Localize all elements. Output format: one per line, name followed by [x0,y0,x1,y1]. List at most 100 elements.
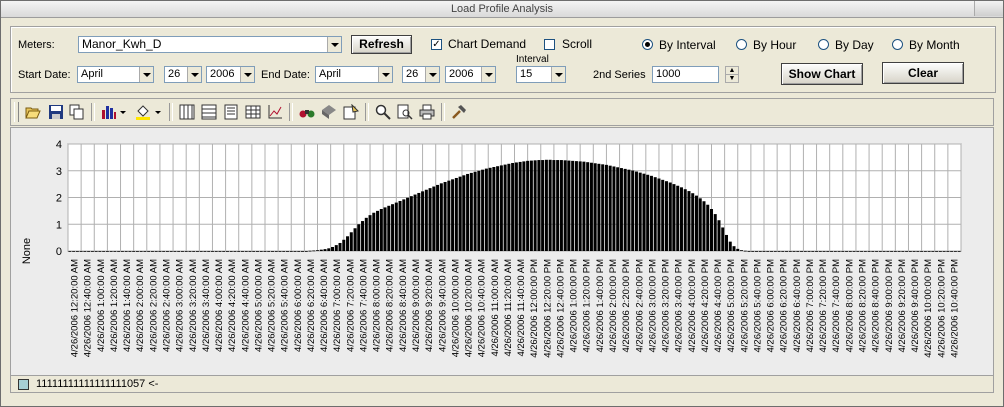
data-bar [541,160,545,251]
data-bar [717,220,721,251]
data-bar [409,196,413,251]
window-title: Load Profile Analysis [450,3,554,15]
chevron-down-icon[interactable] [187,67,201,82]
close-button[interactable] [974,1,1003,16]
chart-type-dropdown-icon[interactable] [119,104,127,120]
data-bar [274,251,278,252]
legend-icon[interactable] [223,104,239,120]
data-bar [364,217,368,251]
by-hour-radio[interactable] [736,39,747,50]
x-tick-label: 4/26/2006 11:20:00 AM [503,259,514,357]
save-icon[interactable] [48,104,64,120]
x-tick-label: 4/26/2006 6:20:00 PM [779,259,790,353]
spin-up-icon[interactable]: ▲ [726,67,738,75]
fill-color-dropdown-icon[interactable] [154,104,162,120]
print-icon[interactable] [419,104,435,120]
interval-label: Interval [516,54,549,65]
open-folder-icon[interactable] [25,104,41,120]
data-bar [950,251,954,252]
x-tick-label: 4/26/2006 12:00:00 PM [529,259,540,358]
data-bar [826,251,830,252]
second-series-spinner[interactable]: ▲ ▼ [725,66,739,83]
data-bar [721,227,725,251]
data-bar [308,250,312,252]
fill-color-icon[interactable] [135,104,151,120]
copy-icon[interactable] [69,104,85,120]
vertical-grid-icon[interactable] [179,104,195,120]
x-tick-label: 4/26/2006 9:40:00 AM [437,259,448,352]
y-tick-label: 2 [56,193,62,205]
meters-dropdown[interactable]: Manor_Kwh_D [78,36,342,53]
x-tick-label: 4/26/2006 1:20:00 AM [109,259,120,352]
x-tick-label: 4/26/2006 12:20:00 PM [542,259,553,358]
3d-icon[interactable] [321,104,337,120]
data-bar [706,204,710,251]
start-month-dropdown[interactable]: April [77,66,154,83]
show-chart-button[interactable]: Show Chart [781,63,863,85]
print-preview-icon[interactable] [397,104,413,120]
data-table-icon[interactable] [245,104,261,120]
data-bar [255,251,259,252]
by-month-radio[interactable] [892,39,903,50]
x-tick-label: 4/26/2006 5:20:00 AM [267,259,278,352]
data-bar [424,189,428,251]
x-tick-label: 4/26/2006 6:40:00 AM [319,259,330,352]
toolbar-separator [289,103,293,121]
data-bar [683,189,687,251]
refresh-button[interactable]: Refresh [351,35,412,54]
end-day-dropdown[interactable]: 26 [402,66,440,83]
chevron-down-icon[interactable] [327,37,341,52]
second-series-input[interactable]: 1000 [652,66,719,83]
data-bar [379,209,383,251]
palette-icon[interactable] [343,104,359,120]
x-tick-label: 4/26/2006 7:00:00 AM [332,259,343,352]
data-bar [713,214,717,251]
data-bar [537,160,541,251]
end-year-dropdown[interactable]: 2006 [445,66,496,83]
scroll-checkbox[interactable] [544,39,555,50]
data-bar [496,166,500,251]
start-year-dropdown[interactable]: 2006 [206,66,255,83]
chevron-down-icon[interactable] [240,67,254,82]
data-bar [481,169,485,251]
data-bar [938,251,942,252]
data-bar [124,251,128,252]
data-bar [158,251,162,252]
start-date-label: Start Date: [18,69,71,81]
tools-icon[interactable] [451,104,467,120]
toolbar-gripper[interactable] [14,102,19,122]
data-bar [361,221,365,251]
y-tick-label: 3 [56,166,62,178]
data-bar [882,251,886,252]
interval-dropdown[interactable]: 15 [516,66,566,83]
data-bar [766,251,770,252]
second-series-label: 2nd Series [593,69,646,81]
data-bar [184,251,188,252]
bar-chart-icon[interactable] [101,104,117,120]
x-tick-label: 4/26/2006 4:40:00 PM [713,259,724,353]
data-bar [102,251,106,252]
horizontal-grid-icon[interactable] [201,104,217,120]
data-bar [634,171,638,251]
by-interval-radio[interactable] [642,39,653,50]
chevron-down-icon[interactable] [425,67,439,82]
chevron-down-icon[interactable] [481,67,495,82]
binoculars-icon[interactable] [299,104,315,120]
start-day-dropdown[interactable]: 26 [164,66,202,83]
data-bar [383,207,387,251]
x-tick-label: 4/26/2006 6:20:00 AM [306,259,317,352]
spin-down-icon[interactable]: ▼ [726,75,738,82]
x-tick-label: 4/26/2006 8:20:00 AM [385,259,396,352]
zoom-icon[interactable] [375,104,391,120]
end-month-dropdown[interactable]: April [315,66,393,83]
chevron-down-icon[interactable] [551,67,565,82]
chevron-down-icon[interactable] [139,67,153,82]
clear-button[interactable]: Clear [882,62,964,84]
by-interval-label: By Interval [659,38,716,52]
toolbar-separator [169,103,173,121]
chevron-down-icon[interactable] [378,67,392,82]
by-day-radio[interactable] [818,39,829,50]
chart-demand-checkbox[interactable]: ✓ [431,39,442,50]
data-bar [691,193,695,251]
axis-icon[interactable] [267,104,283,120]
